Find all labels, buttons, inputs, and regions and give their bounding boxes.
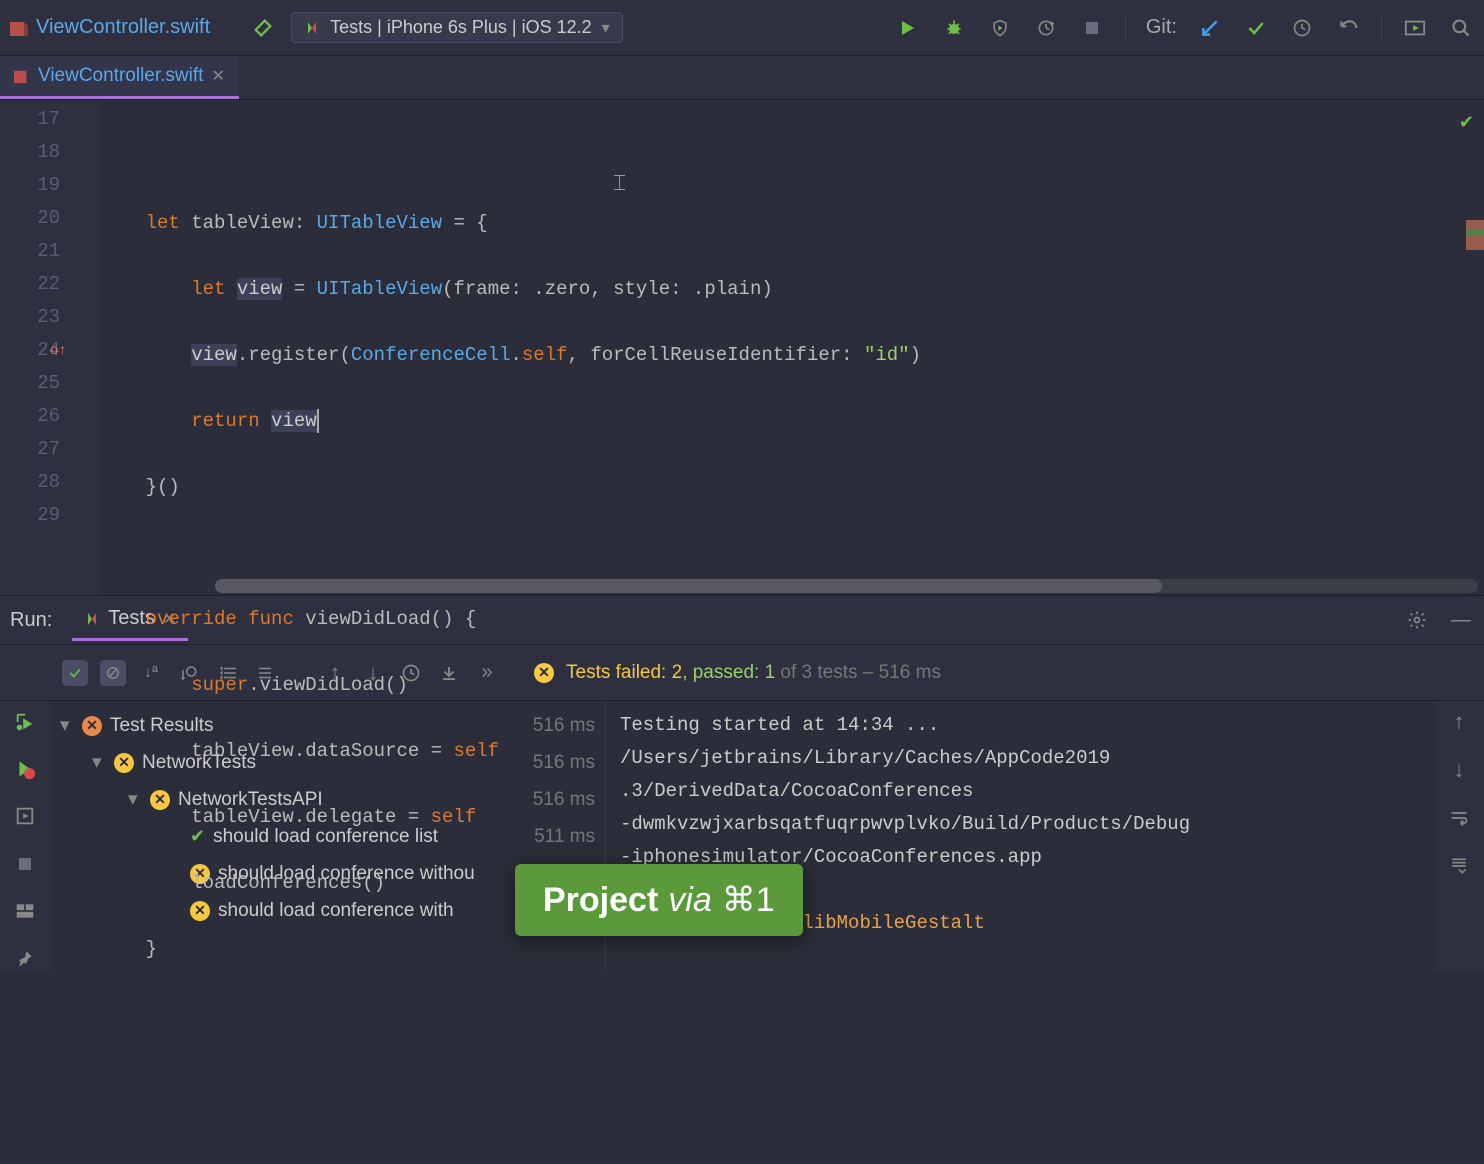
main-toolbar: ViewController.swift Tests | iPhone 6s P… [0, 0, 1484, 56]
coverage-button[interactable] [987, 15, 1013, 41]
stop-button[interactable] [1079, 15, 1105, 41]
show-passed-button[interactable] [62, 660, 88, 686]
line-number[interactable]: 28 [0, 471, 100, 504]
override-marker-icon[interactable]: o↑ [50, 343, 67, 359]
notification-via: via [668, 881, 711, 920]
target-text: Tests | iPhone 6s Plus | iOS 12.2 [330, 17, 591, 38]
error-icon: ✕ [82, 716, 102, 736]
editor-tab[interactable]: ViewController.swift ✕ [0, 56, 239, 99]
presentation-button[interactable] [1402, 15, 1428, 41]
line-number[interactable]: 21 [0, 240, 100, 273]
horizontal-scrollbar[interactable] [215, 579, 1478, 593]
text-cursor-icon: ⌶ [613, 168, 626, 201]
line-number[interactable]: 18 [0, 141, 100, 174]
git-rollback-button[interactable] [1335, 15, 1361, 41]
test-action-sidebar [0, 701, 50, 971]
rerun-failed-button[interactable] [12, 756, 38, 781]
expand-arrow-icon[interactable]: ▾ [60, 714, 76, 737]
action-notification: Project via ⌘1 [515, 864, 803, 936]
line-number[interactable]: 17 [0, 108, 100, 141]
swift-file-icon [10, 19, 28, 37]
line-number[interactable]: 23 [0, 306, 100, 339]
toggle-auto-test-button[interactable] [12, 804, 38, 829]
dropdown-icon: ▾ [602, 18, 610, 38]
line-number[interactable]: 29 [0, 504, 100, 537]
build-button[interactable] [250, 15, 276, 41]
line-number[interactable]: 27 [0, 438, 100, 471]
editor-tabs: ViewController.swift ✕ [0, 56, 1484, 100]
target-icon [304, 20, 320, 36]
code-area[interactable]: let tableView: UITableView = { let view … [100, 100, 1484, 595]
notification-title: Project [543, 881, 658, 920]
run-button[interactable] [895, 15, 921, 41]
gutter: 17 18 19 20 21 22 23 24o↑ 25 26 27 28 29 [0, 100, 100, 595]
line-number[interactable]: 22 [0, 273, 100, 306]
line-number[interactable]: 25 [0, 372, 100, 405]
breadcrumb-filename[interactable]: ViewController.swift [36, 16, 210, 39]
line-number[interactable]: 24o↑ [0, 339, 100, 372]
run-config-icon [84, 611, 100, 627]
editor: 17 18 19 20 21 22 23 24o↑ 25 26 27 28 29… [0, 100, 1484, 595]
git-commit-button[interactable] [1243, 15, 1269, 41]
run-label: Run: [10, 609, 52, 632]
debug-button[interactable] [941, 15, 967, 41]
rerun-button[interactable] [12, 709, 38, 734]
swift-file-icon [14, 68, 30, 84]
line-number[interactable]: 26 [0, 405, 100, 438]
inspection-ok-icon[interactable]: ✔ [1459, 108, 1474, 141]
profile-button[interactable] [1033, 15, 1059, 41]
error-stripe[interactable] [1466, 220, 1484, 250]
run-target-selector[interactable]: Tests | iPhone 6s Plus | iOS 12.2 ▾ [291, 12, 623, 43]
git-update-button[interactable] [1197, 15, 1223, 41]
tab-filename: ViewController.swift [38, 65, 203, 87]
layout-button[interactable] [12, 898, 38, 923]
notification-shortcut: ⌘1 [722, 880, 775, 920]
line-number[interactable]: 20 [0, 207, 100, 240]
search-button[interactable] [1448, 15, 1474, 41]
tab-close-button[interactable]: ✕ [211, 66, 224, 86]
stop-tests-button[interactable] [12, 851, 38, 876]
git-history-button[interactable] [1289, 15, 1315, 41]
pin-button[interactable] [12, 946, 38, 971]
git-label: Git: [1146, 16, 1177, 39]
line-number[interactable]: 19 [0, 174, 100, 207]
